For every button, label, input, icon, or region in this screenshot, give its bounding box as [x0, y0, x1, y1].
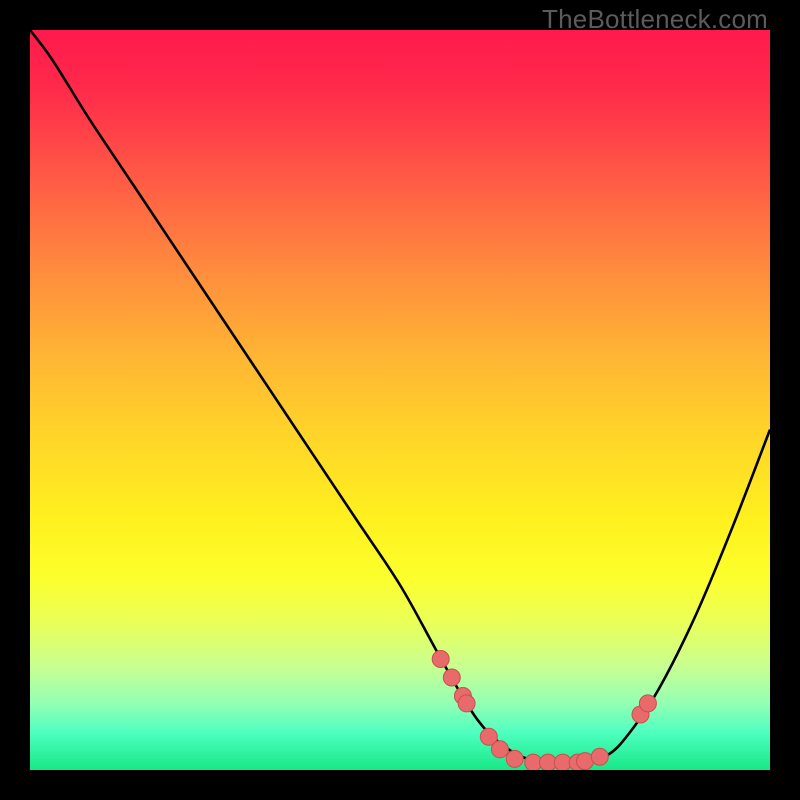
curve-path [30, 30, 770, 764]
marker-dot [458, 695, 475, 712]
marker-dot [491, 741, 508, 758]
marker-dot [432, 651, 449, 668]
marker-dot [591, 748, 608, 765]
marker-dot [506, 750, 523, 767]
highlighted-markers [432, 651, 656, 771]
plot-area [30, 30, 770, 770]
marker-dot [443, 669, 460, 686]
marker-dot [639, 695, 656, 712]
chart-frame: TheBottleneck.com [0, 0, 800, 800]
bottleneck-curve-line [30, 30, 770, 764]
chart-svg [30, 30, 770, 770]
